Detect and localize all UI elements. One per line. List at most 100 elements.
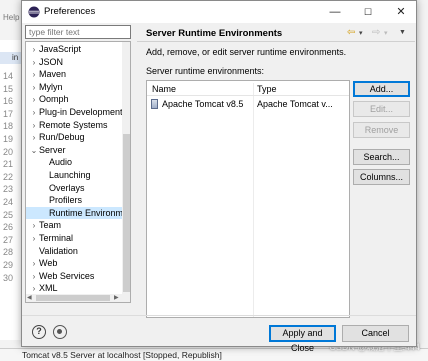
line-number: 20 [3,146,14,157]
tree-item[interactable]: › Web [26,257,123,270]
tree-item-label: Team [39,220,62,231]
tree-item[interactable]: › JavaScript [26,43,123,56]
back-arrow-icon[interactable]: ⇦ [347,27,355,38]
tree-item-label: JavaScript [39,44,82,54]
table-row[interactable]: Apache Tomcat v8.5 Apache Tomcat v... [147,97,349,111]
maximize-button[interactable]: ☐ [355,3,381,21]
chevron-right-icon[interactable]: › [29,220,39,232]
background-line-numbers: 14 15 16 17 18 19 20 21 22 23 24 25 26 27 28 29 30 [3,70,13,284]
window-title: Preferences [44,6,96,17]
tree-item-label: Validation [39,245,78,256]
forward-arrow-icon[interactable]: ⇨ [372,27,380,38]
edit-button[interactable]: Edit... [353,101,410,117]
tree-item[interactable]: › Oomph [26,93,123,106]
chevron-right-icon[interactable]: › [29,120,39,132]
tree-item-label: Oomph [39,94,69,105]
column-header-name[interactable]: Name [152,84,176,94]
line-number: 21 [3,159,14,170]
title-bar[interactable]: Preferences — ☐ ✕ [22,1,416,23]
tree-item[interactable]: › Web Services [26,270,123,283]
eclipse-app-icon [28,6,40,18]
tree-item-label: Web [39,258,58,269]
page-title: Server Runtime Environments [146,28,283,39]
preference-tree: › JavaScript › JSON › Maven › Mylyn › Oomph › Plug-… [25,41,131,303]
help-icon[interactable]: ? [32,325,46,339]
tree-item-label: Web Services [39,270,95,281]
runtime-table: Name Type Apache Tomcat v8.5 Apache Tomc… [146,80,350,318]
tree-item-label: Terminal [39,233,74,243]
tree-item[interactable]: Audio [26,156,123,169]
chevron-right-icon[interactable]: › [29,44,39,56]
background-editor-tab-label: in [12,53,19,62]
background-menu[interactable]: Help [3,13,19,22]
line-number: 25 [3,209,14,220]
tree-item[interactable]: ⌄ Server [26,144,123,157]
line-number: 16 [3,96,14,107]
page-description: Add, remove, or edit server runtime envi… [146,47,347,57]
line-number: 30 [3,272,14,283]
filter-input[interactable] [25,25,131,39]
apply-and-close-button[interactable]: Apply and Close [269,325,336,353]
tree-item[interactable]: › Remote Systems [26,119,123,132]
line-number: 19 [3,133,14,144]
tree-item[interactable]: › Maven [26,68,123,81]
server-runtime-icon [151,99,158,109]
forward-menu-chevron-icon[interactable]: ▾ [384,29,388,37]
tree-item[interactable]: Runtime Environm [26,206,123,220]
tree-item[interactable]: › JSON [26,56,123,69]
preference-recorder-icon[interactable] [53,325,67,339]
line-number: 24 [3,196,14,207]
tree-item-label: Overlays [49,182,85,193]
tree-item[interactable]: › Run/Debug [26,131,123,144]
runtime-list-label: Server runtime environments: [146,66,265,76]
runtime-type: Apache Tomcat v... [257,99,333,109]
tree-item-label: Runtime Environm [49,207,123,218]
chevron-right-icon[interactable]: › [29,233,39,245]
chevron-right-icon[interactable]: › [29,271,39,283]
line-number: 17 [3,108,14,119]
chevron-right-icon[interactable]: › [29,107,39,119]
line-number: 26 [3,222,14,233]
columns-button[interactable]: Columns... [353,169,410,185]
chevron-right-icon[interactable]: › [29,57,39,69]
scroll-left-icon[interactable]: ◀ [27,294,32,301]
tree-item[interactable]: › Mylyn [26,81,123,94]
tree-item-label: Maven [39,69,67,80]
tree-item[interactable]: Overlays [26,182,123,195]
column-header-type[interactable]: Type [257,84,277,94]
add-button[interactable]: Add... [353,81,410,97]
chevron-right-icon[interactable]: › [29,69,39,81]
remove-button[interactable]: Remove [353,122,410,138]
line-number: 28 [3,247,14,258]
view-menu-icon[interactable]: ▼ [399,29,406,36]
cancel-button[interactable]: Cancel [342,325,409,342]
header-divider [147,95,349,96]
back-menu-chevron-icon[interactable]: ▾ [359,29,363,37]
tree-vertical-scrollbar[interactable] [122,42,130,302]
tree-vertical-scroll-thumb[interactable] [123,134,130,292]
footer-separator [22,315,416,316]
tree-item[interactable]: Profilers [26,194,123,207]
tree-item[interactable]: Launching [26,169,123,182]
tree-horizontal-scroll-thumb[interactable] [36,295,110,301]
tree-item-label: Remote Systems [39,119,108,130]
tree-item-label: Profilers [49,195,83,206]
tree-item[interactable]: › Terminal [26,232,123,245]
line-number: 15 [3,83,14,94]
background-server-status[interactable]: Tomcat v8.5 Server at localhost [Stopped… [22,350,222,360]
tree-item[interactable]: › Team [26,219,123,232]
search-button[interactable]: Search... [353,149,410,165]
chevron-right-icon[interactable]: › [29,132,39,144]
chevron-right-icon[interactable]: › [29,82,39,94]
column-divider[interactable] [253,83,254,317]
chevron-right-icon[interactable]: › [29,94,39,106]
scroll-right-icon[interactable]: ▶ [114,294,119,301]
close-button[interactable]: ✕ [388,3,414,21]
minimize-button[interactable]: — [322,3,348,21]
tree-horizontal-scrollbar[interactable]: ◀ ▶ [26,294,122,302]
tree-item[interactable]: Validation [26,245,123,258]
chevron-down-icon[interactable]: ⌄ [29,145,39,157]
tree-item[interactable]: › Plug-in Development [26,106,123,119]
line-number: 22 [3,171,14,182]
chevron-right-icon[interactable]: › [29,258,39,270]
